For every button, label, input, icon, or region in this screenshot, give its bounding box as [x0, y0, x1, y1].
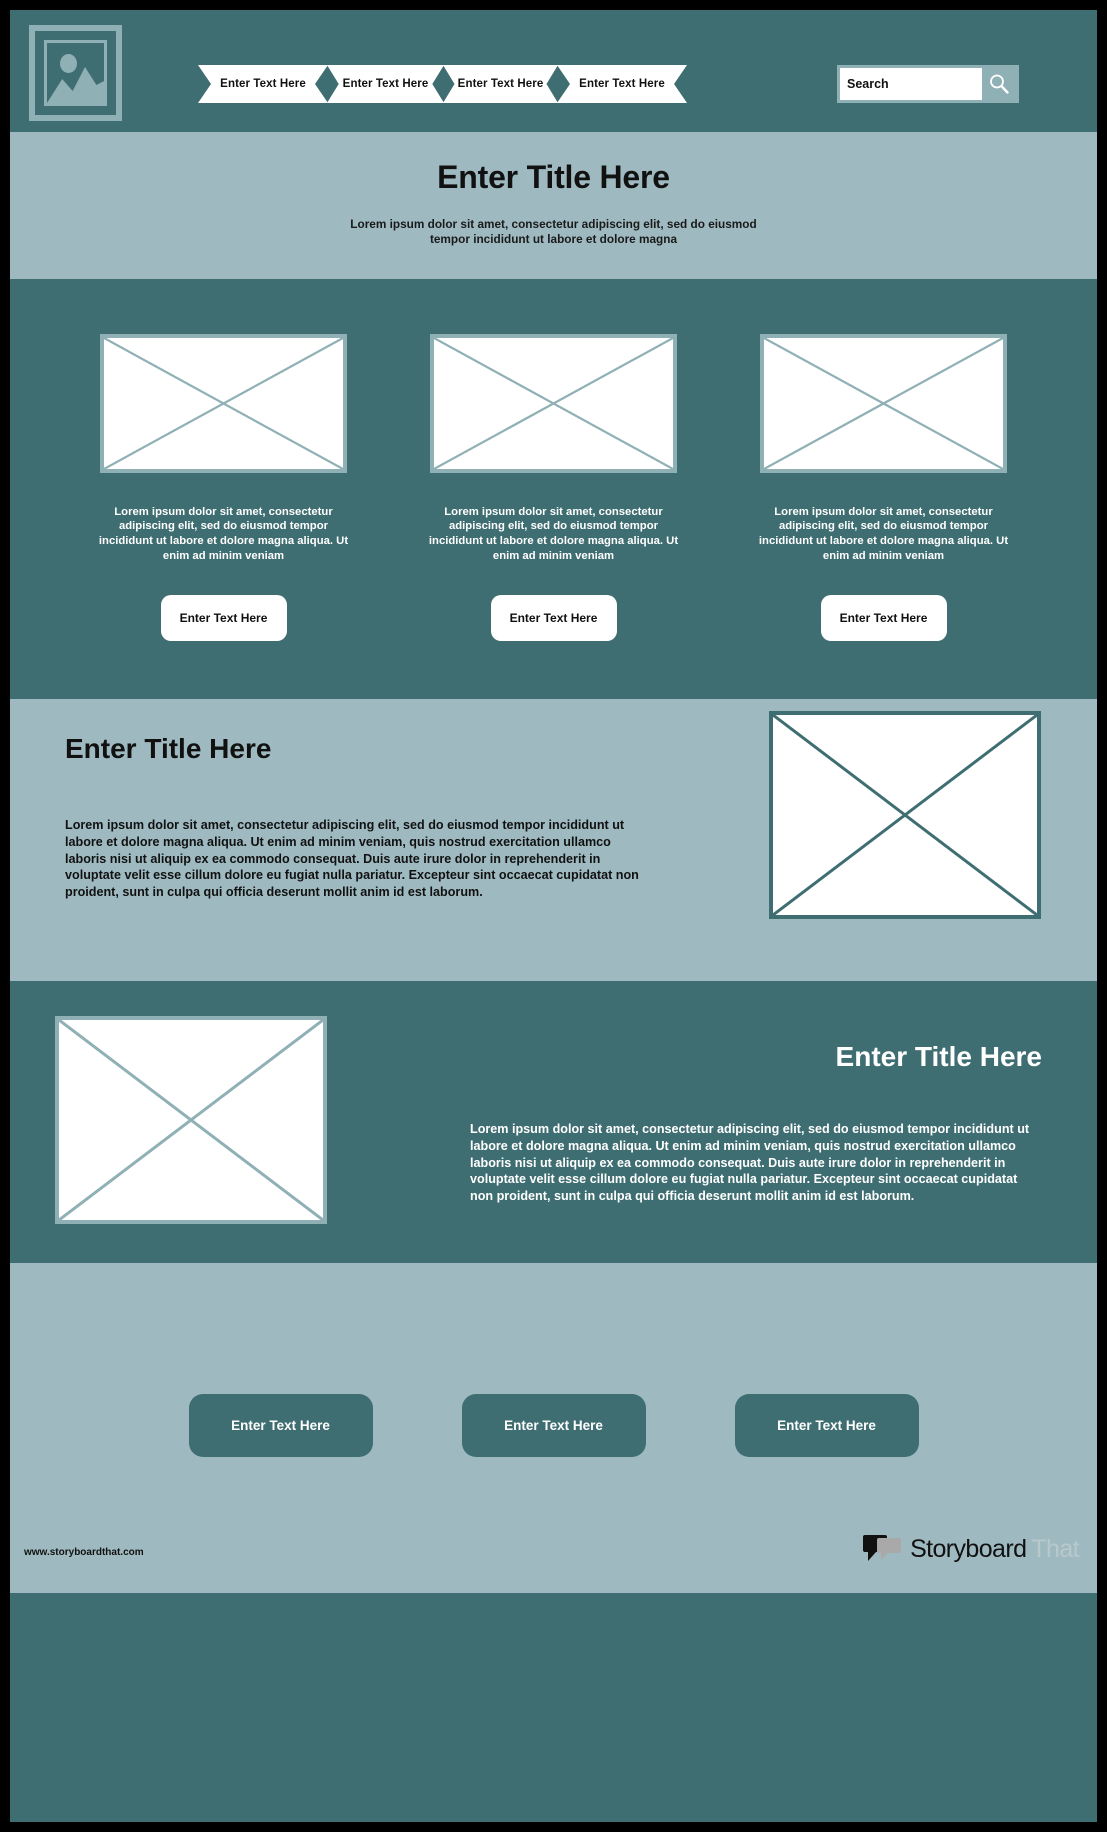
mountain-icon — [47, 67, 104, 103]
magnifier-icon — [990, 74, 1009, 94]
card-image-placeholder[interactable] — [430, 333, 677, 473]
feature-body: Lorem ipsum dolor sit amet, consectetur … — [65, 818, 639, 899]
card-text: Lorem ipsum dolor sit amet, consectetur … — [758, 505, 1009, 562]
nav-item-label: Enter Text Here — [342, 78, 429, 90]
brand-primary: Storyboard — [910, 1534, 1027, 1563]
hero-section: Enter Title Here Lorem ipsum dolor sit a… — [10, 132, 1097, 279]
page-canvas: Enter Text Here Enter Text Here Enter Te… — [10, 10, 1097, 1822]
nav-item-4[interactable]: Enter Text Here — [557, 65, 687, 103]
cta-section: Enter Text Here Enter Text Here Enter Te… — [10, 1263, 1097, 1522]
card-image-placeholder[interactable] — [760, 333, 1007, 473]
image-placeholder-icon — [44, 40, 107, 106]
feature-image-placeholder[interactable] — [55, 1016, 327, 1225]
feature-section-dark: Enter Title Here Lorem ipsum dolor sit a… — [10, 981, 1097, 1264]
feature-section-light: Enter Title Here Lorem ipsum dolor sit a… — [10, 699, 1097, 982]
image-placeholder-x-icon — [434, 338, 673, 469]
cta-button-2[interactable]: Enter Text Here — [461, 1393, 646, 1457]
image-placeholder-x-icon — [764, 338, 1003, 469]
hero-subtitle: Lorem ipsum dolor sit amet, consectetur … — [350, 217, 757, 246]
card-2: Lorem ipsum dolor sit amet, consectetur … — [404, 333, 704, 642]
card-1: Lorem ipsum dolor sit amet, consectetur … — [74, 333, 374, 642]
main-navigation: Enter Text Here Enter Text Here Enter Te… — [198, 65, 687, 103]
search-container — [837, 65, 1019, 103]
card-text: Lorem ipsum dolor sit amet, consectetur … — [98, 505, 349, 562]
card-image-placeholder[interactable] — [100, 333, 347, 473]
card-button[interactable]: Enter Text Here — [160, 595, 287, 642]
cta-button-3[interactable]: Enter Text Here — [734, 1393, 919, 1457]
card-3: Lorem ipsum dolor sit amet, consectetur … — [734, 333, 1034, 642]
search-button[interactable] — [982, 68, 1016, 100]
nav-item-label: Enter Text Here — [220, 78, 306, 90]
cta-button-1[interactable]: Enter Text Here — [188, 1393, 373, 1457]
site-footer: www.storyboardthat.com Storyboard That — [10, 1521, 1097, 1594]
card-button[interactable]: Enter Text Here — [490, 595, 617, 642]
nav-item-label: Enter Text Here — [457, 78, 544, 90]
speech-bubbles-icon — [863, 1535, 902, 1562]
hero-title: Enter Title Here — [437, 159, 670, 195]
nav-item-3[interactable]: Enter Text Here — [443, 65, 558, 103]
card-text: Lorem ipsum dolor sit amet, consectetur … — [428, 505, 679, 562]
logo-image-placeholder[interactable] — [29, 25, 122, 121]
feature-body: Lorem ipsum dolor sit amet, consectetur … — [470, 1122, 1030, 1203]
image-placeholder-x-icon — [773, 715, 1037, 915]
brand-secondary: That — [1031, 1534, 1079, 1563]
cards-section: Lorem ipsum dolor sit amet, consectetur … — [10, 278, 1097, 700]
nav-item-1[interactable]: Enter Text Here — [198, 65, 328, 103]
storyboardthat-logo: Storyboard That — [863, 1533, 1080, 1565]
image-placeholder-x-icon — [59, 1020, 323, 1220]
feature-image-placeholder[interactable] — [769, 711, 1041, 920]
search-input[interactable] — [840, 68, 982, 100]
nav-item-label: Enter Text Here — [579, 78, 665, 90]
nav-item-2[interactable]: Enter Text Here — [327, 65, 444, 103]
footer-url[interactable]: www.storyboardthat.com — [24, 1547, 144, 1558]
card-button[interactable]: Enter Text Here — [820, 595, 947, 642]
search-box — [840, 68, 1016, 100]
site-header: Enter Text Here Enter Text Here Enter Te… — [10, 10, 1097, 132]
image-placeholder-x-icon — [104, 338, 343, 469]
